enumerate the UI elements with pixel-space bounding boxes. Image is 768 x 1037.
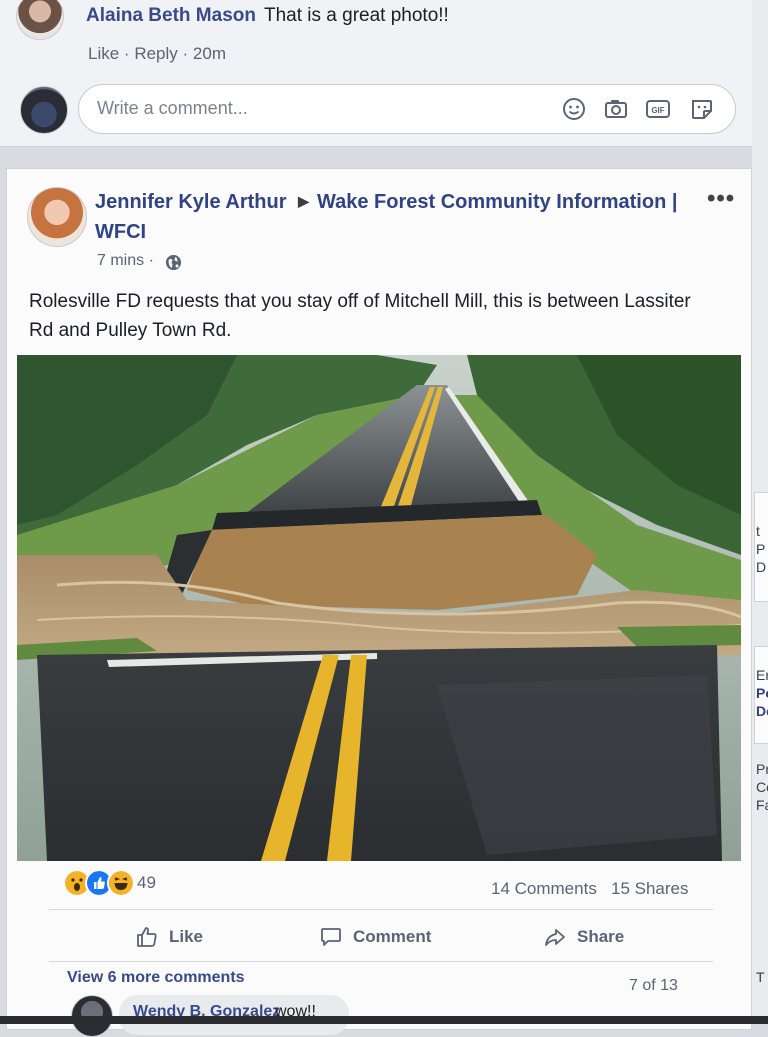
share-arrow-icon [545, 929, 565, 946]
current-user-avatar [20, 86, 68, 134]
gif-icon[interactable]: GIF [645, 96, 671, 122]
comment-bubble-icon [321, 928, 341, 946]
comment-text: That is a great photo!! [264, 5, 449, 26]
post-group-name[interactable]: Wake Forest Community Information | [317, 191, 677, 214]
svg-text:GIF: GIF [651, 106, 664, 115]
write-comment-box[interactable]: GIF [78, 84, 736, 134]
footer-link[interactable]: Co [756, 778, 768, 796]
comment-button-label: Comment [353, 927, 432, 946]
feed-post: Jennifer Kyle Arthur ▶ Wake Forest Commu… [6, 168, 752, 1037]
comment-meta: Like · Reply · 20m [88, 44, 226, 64]
commenter-avatar[interactable] [16, 0, 64, 40]
comment-like-link[interactable]: Like [88, 44, 119, 63]
sidebar-link[interactable]: Po [756, 684, 768, 702]
sidebar-bottom-text: T [756, 969, 765, 985]
sidebar-line: t [756, 523, 760, 539]
sticker-icon[interactable] [689, 96, 715, 122]
post-text: Rolesville FD requests that you stay off… [29, 291, 691, 341]
footer-link[interactable]: Pri [756, 760, 768, 778]
divider [49, 909, 713, 910]
previous-comment-card: Alaina Beth Mason That is a great photo!… [0, 0, 752, 147]
emoji-icon[interactable] [561, 96, 587, 122]
share-button[interactable]: Share [543, 919, 624, 955]
sidebar-text-b[interactable]: Er Po De [756, 666, 768, 720]
thumbs-up-icon [137, 927, 157, 947]
reaction-count[interactable]: 49 [137, 873, 156, 893]
collapsed-road-photo[interactable] [17, 355, 741, 861]
write-comment-input[interactable] [95, 97, 519, 120]
post-author-avatar[interactable] [27, 187, 87, 247]
meta-dot: · [144, 252, 154, 269]
shared-to-arrow-icon: ▶ [298, 193, 309, 209]
shares-count-link[interactable]: 15 Shares [611, 879, 689, 899]
sidebar-line: Er [756, 667, 768, 683]
post-time-label[interactable]: 7 mins [97, 252, 144, 269]
like-button[interactable]: Like [135, 919, 203, 955]
footer-link[interactable]: Fa [756, 796, 768, 814]
sidebar-line: D [756, 559, 767, 575]
like-button-label: Like [169, 927, 204, 946]
post-options-button[interactable]: ••• [707, 185, 735, 213]
monitor-bezel [0, 1016, 768, 1024]
comment-timestamp[interactable]: 20m [193, 44, 226, 63]
meta-dot: · [182, 44, 193, 63]
view-more-comments-link[interactable]: View 6 more comments [67, 969, 245, 987]
post-timestamp[interactable]: 7 mins · [97, 252, 154, 270]
sidebar-footer-text[interactable]: Pri Co Fa [756, 760, 768, 814]
post-author-label[interactable]: Jennifer Kyle Arthur [95, 191, 287, 213]
comment-pager: 7 of 13 [629, 977, 678, 994]
meta-dot: · [123, 44, 135, 63]
comments-count-link[interactable]: 14 Comments [491, 879, 597, 899]
comment-button[interactable]: Comment [319, 919, 431, 955]
divider [49, 961, 713, 962]
post-author-name[interactable]: Jennifer Kyle Arthur ▶ [95, 191, 315, 214]
sidebar-line: P [756, 541, 766, 557]
post-group-name-continued[interactable]: WFCI [95, 221, 146, 244]
haha-icon [107, 869, 135, 897]
sidebar-text-a: t P D [756, 522, 766, 576]
comment-author-name[interactable]: Alaina Beth Mason [86, 5, 256, 27]
public-globe-icon [165, 254, 182, 271]
comment-reply-link[interactable]: Reply [134, 44, 177, 63]
sidebar-link[interactable]: De [756, 702, 768, 720]
camera-icon[interactable] [603, 96, 629, 122]
share-button-label: Share [577, 927, 625, 946]
